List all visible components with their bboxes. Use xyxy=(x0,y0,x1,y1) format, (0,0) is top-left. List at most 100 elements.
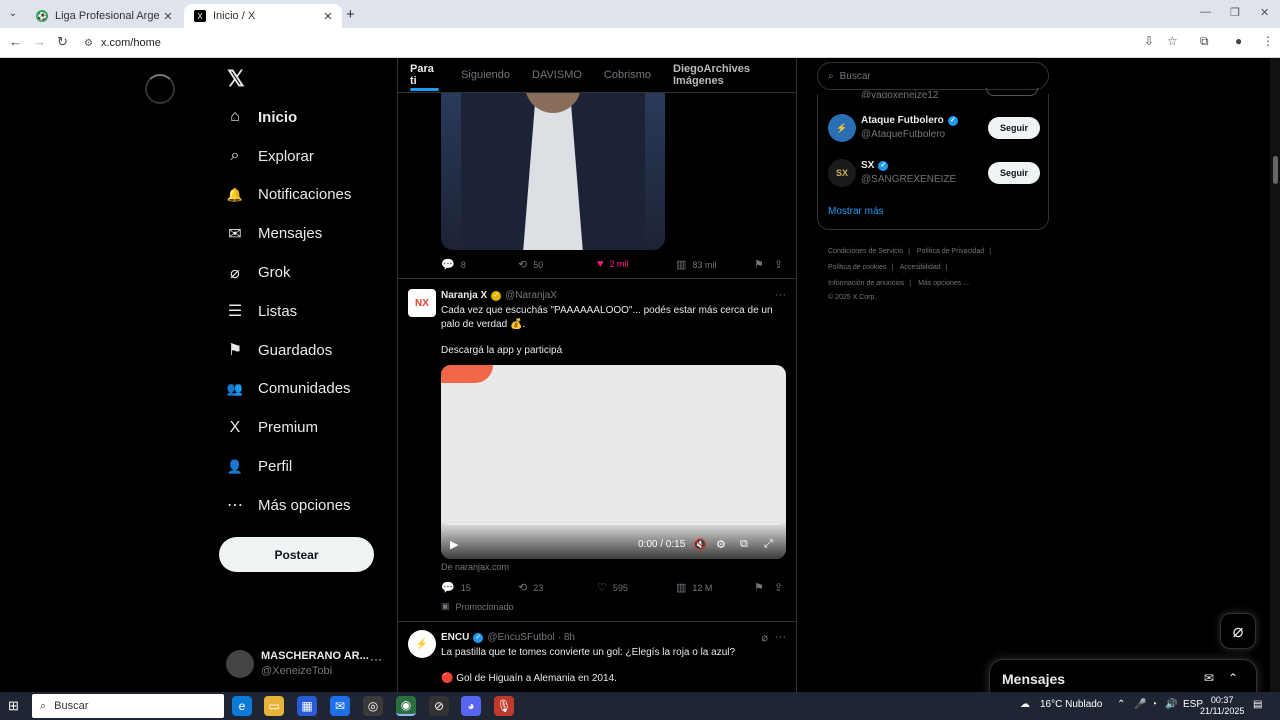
bookmark-star-icon[interactable]: ☆ xyxy=(1167,34,1178,48)
reload-icon[interactable]: ↻ xyxy=(57,34,68,50)
new-message-icon[interactable]: ✉ xyxy=(1204,671,1214,685)
tab-davismo[interactable]: DAVISMO xyxy=(532,58,582,93)
taskbar-search[interactable]: ⌕ Buscar xyxy=(32,694,224,718)
weather-icon[interactable]: ☁ xyxy=(1020,699,1030,710)
show-more-link[interactable]: Mostrar más xyxy=(828,206,884,217)
partial-follow-button[interactable] xyxy=(986,88,1038,96)
search-input[interactable]: ⌕ Buscar xyxy=(817,62,1049,90)
avatar[interactable]: NX xyxy=(408,289,436,317)
sidebar-item-explorar[interactable]: ⌕ Explorar xyxy=(225,137,351,176)
tab-para-ti[interactable]: Para ti xyxy=(410,58,440,93)
volume-icon[interactable]: 🔊 xyxy=(1165,699,1177,710)
post-image[interactable] xyxy=(441,93,665,250)
file-explorer-icon[interactable]: ▭ xyxy=(264,696,284,716)
sidebar-item-notificaciones[interactable]: 🔔 Notificaciones xyxy=(225,176,351,215)
more-options-icon[interactable]: ··· xyxy=(775,289,786,301)
close-tab-icon[interactable]: ✕ xyxy=(320,10,336,23)
reply-button[interactable]: 💬 8 xyxy=(441,258,466,271)
microphone-app-icon[interactable]: 🎙 xyxy=(494,696,514,716)
store-icon[interactable]: ▦ xyxy=(297,696,317,716)
post-author[interactable]: Naranja X xyxy=(441,290,487,301)
repost-button[interactable]: ⟲ 50 xyxy=(518,258,543,271)
footer-link[interactable]: Política de Privacidad xyxy=(917,248,984,255)
post-button[interactable]: Postear xyxy=(219,537,374,572)
grok-button[interactable]: ⌀ xyxy=(1220,613,1256,649)
back-icon[interactable]: ← xyxy=(9,34,22,49)
post-author[interactable]: ENCU xyxy=(441,632,469,643)
tab-liga-profesional[interactable]: ⚽ Liga Profesional Argentina - PO ✕ xyxy=(26,4,182,28)
footer-link[interactable]: Más opciones ... xyxy=(918,280,969,287)
more-options-icon[interactable]: ··· xyxy=(775,631,786,643)
repost-button[interactable]: ⟲ 23 xyxy=(518,581,543,594)
windows-start-icon[interactable]: ⊞ xyxy=(8,698,19,714)
discord-icon[interactable]: ◕ xyxy=(461,696,481,716)
close-tab-icon[interactable]: ✕ xyxy=(160,10,176,23)
tab-inicio-x[interactable]: X Inicio / X ✕ xyxy=(184,4,342,28)
mute-icon[interactable]: 🔇 xyxy=(693,538,707,551)
grok-explain-icon[interactable]: ⌀ xyxy=(761,631,768,644)
messages-drawer[interactable]: Mensajes ✉ ⌃ xyxy=(989,659,1257,692)
weather-text[interactable]: 16°C Nublado xyxy=(1040,699,1102,710)
minimize-icon[interactable]: — xyxy=(1200,6,1211,18)
reply-button[interactable]: 💬 15 xyxy=(441,581,471,594)
share-icon[interactable]: ⇪ xyxy=(774,258,783,271)
forward-icon[interactable]: → xyxy=(33,34,46,49)
like-button[interactable]: ♡ 595 xyxy=(597,581,628,594)
pip-icon[interactable]: ⧉ xyxy=(740,538,748,551)
mic-icon[interactable]: 🎤 xyxy=(1134,699,1146,710)
sidebar-item-comunidades[interactable]: 👥 Comunidades xyxy=(225,370,351,409)
share-icon[interactable]: ⇪ xyxy=(774,581,783,594)
url-field[interactable]: ⚙ x.com/home xyxy=(84,33,1124,53)
views-button[interactable]: ▥ 12 M xyxy=(676,581,712,594)
network-icon[interactable]: ◔ xyxy=(1151,699,1157,710)
footer-link[interactable]: Política de cookies xyxy=(828,264,886,271)
edge-icon[interactable]: e xyxy=(232,696,252,716)
bookmark-post-icon[interactable]: ⚑ xyxy=(754,581,764,594)
post-time[interactable]: · 8h xyxy=(558,632,575,643)
like-button[interactable]: ♥ 2 mil xyxy=(597,258,629,270)
sidebar-item-mas-opciones[interactable]: ⋯ Más opciones xyxy=(225,486,351,525)
post-encu[interactable]: ⚡ ENCU ✓ @EncuSFutbol · 8h ⌀ ··· La past… xyxy=(398,621,796,692)
scrollbar-thumb[interactable] xyxy=(1273,156,1278,184)
footer-link[interactable]: Información de anuncios xyxy=(828,280,904,287)
mail-app-icon[interactable]: ✉ xyxy=(330,696,350,716)
tray-expand-icon[interactable]: ⌃ xyxy=(1117,699,1125,710)
settings-icon[interactable]: ⚙ xyxy=(716,538,726,551)
x-logo-icon[interactable]: 𝕏 xyxy=(227,66,245,92)
expand-icon[interactable]: ⌃ xyxy=(1228,671,1238,685)
browser-menu-icon[interactable]: ⋮ xyxy=(1262,34,1274,48)
footer-link[interactable]: Accesibilidad xyxy=(900,264,941,271)
sidebar-item-inicio[interactable]: ⌂ Inicio xyxy=(225,98,351,137)
extensions-icon[interactable]: ⧉ xyxy=(1200,34,1209,49)
follow-button[interactable]: Seguir xyxy=(988,162,1040,184)
chrome-icon[interactable]: ◉ xyxy=(396,696,416,716)
video-player[interactable]: ▶ 0:00 / 0:15 🔇 ⚙ ⧉ ⤢ xyxy=(441,365,786,559)
ad-source-link[interactable]: De naranjax.com xyxy=(441,562,509,572)
new-tab-icon[interactable]: + xyxy=(346,6,355,23)
account-switcher[interactable]: MASCHERANO AR... @XeneizeTobi ··· xyxy=(226,648,386,682)
close-window-icon[interactable]: ✕ xyxy=(1260,6,1269,19)
views-button[interactable]: ▥ 83 mil xyxy=(676,258,716,271)
app-icon[interactable]: ⊘ xyxy=(429,696,449,716)
scrollbar[interactable] xyxy=(1270,58,1280,692)
bookmark-post-icon[interactable]: ⚑ xyxy=(754,258,764,271)
restore-icon[interactable]: ❐ xyxy=(1230,6,1240,19)
sidebar-item-premium[interactable]: X Premium xyxy=(225,408,351,447)
tab-diegoarchives[interactable]: DiegoArchives Imágenes xyxy=(673,58,786,93)
video-progress-bar[interactable] xyxy=(447,523,780,525)
sidebar-item-mensajes[interactable]: ✉ Mensajes xyxy=(225,214,351,253)
sidebar-item-listas[interactable]: ☰ Listas xyxy=(225,292,351,331)
site-info-icon[interactable]: ⚙ xyxy=(84,38,93,49)
tab-list-icon[interactable]: ⌄ xyxy=(4,5,22,23)
follow-suggestion[interactable]: ⚡ Ataque Futbolero ✓ @AtaqueFutbolero Seg… xyxy=(828,114,1040,144)
sidebar-item-perfil[interactable]: 👤 Perfil xyxy=(225,447,351,486)
install-app-icon[interactable]: ⇩ xyxy=(1144,34,1154,48)
avatar[interactable]: ⚡ xyxy=(408,630,436,658)
notifications-icon[interactable]: ▤ xyxy=(1253,699,1262,710)
profile-icon[interactable]: ● xyxy=(1235,34,1242,48)
post-handle[interactable]: @NaranjaX xyxy=(505,290,557,301)
follow-button[interactable]: Seguir xyxy=(988,117,1040,139)
follow-suggestion[interactable]: SX SX ✓ @SANGREXENEIZE Seguir xyxy=(828,159,1040,189)
more-icon[interactable]: ··· xyxy=(370,652,382,666)
clock[interactable]: 00:37 21/11/2025 xyxy=(1200,695,1244,717)
